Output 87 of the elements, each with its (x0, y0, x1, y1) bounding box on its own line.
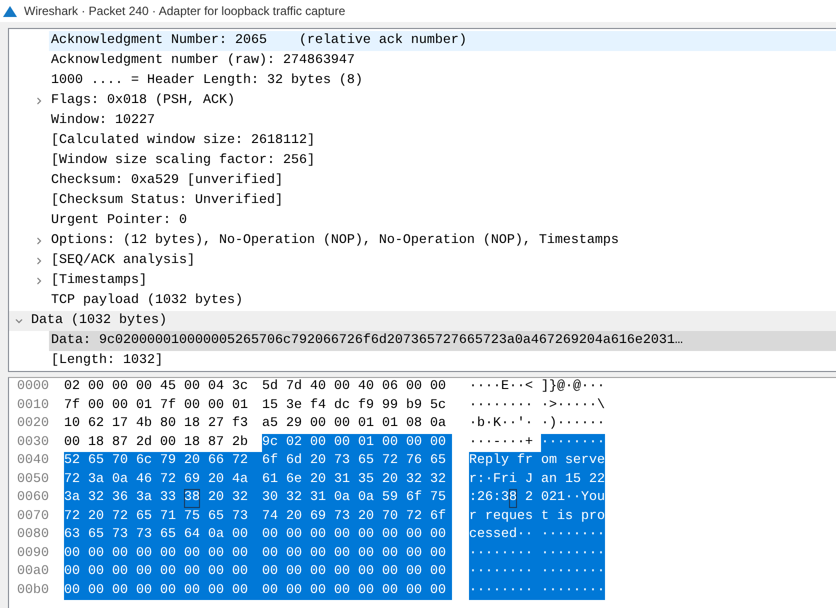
hex-bytes[interactable]: 7f 00 00 01 7f 00 00 01 (64, 396, 248, 415)
hex-offset: 0070 (17, 508, 49, 526)
hex-bytes[interactable]: 63 65 73 73 65 64 0a 00 (64, 526, 248, 544)
hex-offset: 0000 (17, 378, 49, 396)
hex-offset: 0020 (17, 415, 49, 433)
ascii-text[interactable]: 2 (517, 489, 533, 508)
ascii-text[interactable]: ········ (469, 544, 533, 563)
tree-item[interactable]: Flags: 0x018 (PSH, ACK) (49, 91, 836, 111)
hex-offset: 00a0 (17, 563, 49, 581)
hex-bytes[interactable]: 3a 32 36 3a 33 (64, 489, 176, 508)
hex-bytes[interactable]: 00 00 00 00 00 00 00 00 (64, 544, 248, 563)
ascii-text[interactable]: t is pro (541, 508, 605, 526)
ascii-text[interactable]: Reply fr (469, 452, 533, 470)
hex-bytes[interactable]: 30 32 31 0a 0a 59 6f 75 (262, 489, 446, 508)
tree-item[interactable]: Urgent Pointer: 0 (49, 211, 836, 231)
ascii-text[interactable]: :26:3 (469, 489, 509, 508)
ascii-text[interactable]: cessed·· (469, 526, 533, 544)
ascii-text[interactable]: ····E··< (469, 378, 533, 396)
ascii-text[interactable]: ········ (469, 563, 533, 582)
tree-item[interactable]: [SEQ/ACK analysis] (49, 251, 836, 271)
tree-item[interactable]: Checksum: 0xa529 [unverified] (49, 171, 836, 191)
ascii-text[interactable]: 021··You (541, 489, 605, 508)
ascii-text[interactable]: ·>·····\ (541, 396, 605, 415)
hex-bytes[interactable]: 00 00 00 00 00 00 00 00 (64, 582, 248, 600)
hex-bytes[interactable]: 72 20 72 65 71 75 65 73 (64, 508, 248, 526)
tree-item[interactable]: 1000 .... = Header Length: 32 bytes (8) (49, 71, 836, 91)
ascii-text[interactable]: ········ (541, 563, 605, 582)
tree-item[interactable]: Window: 10227 (49, 111, 836, 131)
ascii-text[interactable]: ········ (469, 582, 533, 600)
ascii-text[interactable]: ·b·K··'· (469, 415, 533, 434)
ascii-text[interactable]: ········ (541, 434, 605, 452)
hex-bytes[interactable]: 38 (184, 489, 200, 508)
tree-item[interactable]: TCP payload (1032 bytes) (49, 291, 836, 311)
ascii-text[interactable]: r reques (469, 508, 533, 526)
collapse-chevron-icon[interactable] (15, 317, 23, 325)
hex-bytes[interactable]: 15 3e f4 dc f9 99 b9 5c (262, 396, 446, 415)
ascii-text[interactable]: r:·Fri J (469, 470, 533, 489)
hex-offset: 0040 (17, 452, 49, 470)
ascii-text[interactable]: ········ (541, 582, 605, 600)
hex-offset: 0060 (17, 489, 49, 507)
tree-item[interactable]: [Timestamps] (49, 271, 836, 291)
tree-item[interactable]: Options: (12 bytes), No-Operation (NOP), No-Operation (NOP), Timestamps (49, 231, 836, 251)
ascii-text[interactable]: an 15 22 (541, 470, 605, 489)
tree-item[interactable]: Acknowledgment number (raw): 274863947 (49, 51, 836, 71)
hex-offset: 0030 (17, 434, 49, 452)
tree-item[interactable]: Acknowledgment Number: 2065 (relative ack number) (49, 31, 836, 51)
expand-chevron-icon[interactable] (35, 277, 43, 285)
expand-chevron-icon[interactable] (35, 237, 43, 245)
hex-bytes[interactable]: 00 00 00 00 00 00 00 00 (262, 563, 446, 582)
hex-bytes[interactable]: 9c 02 00 00 01 00 00 00 (262, 434, 446, 452)
expand-chevron-icon[interactable] (35, 97, 43, 105)
hex-bytes[interactable]: 00 00 00 00 00 00 00 00 (262, 582, 446, 600)
hex-bytes[interactable]: 74 20 69 73 20 70 72 6f (262, 508, 446, 526)
ascii-text[interactable]: ········ (541, 526, 605, 544)
hex-offset: 0010 (17, 396, 49, 414)
hex-bytes[interactable]: 00 00 00 00 00 00 00 00 (262, 544, 446, 563)
hex-bytes[interactable]: 00 00 00 00 00 00 00 00 (64, 563, 248, 582)
ascii-text[interactable]: ········ (541, 544, 605, 563)
ascii-text[interactable]: ········ (469, 396, 533, 415)
hex-bytes[interactable]: a5 29 00 00 01 01 08 0a (262, 415, 446, 434)
hex-bytes[interactable]: 5d 7d 40 00 40 06 00 00 (262, 378, 446, 396)
hex-offset: 00b0 (17, 582, 49, 600)
ascii-text[interactable]: ·)······ (541, 415, 605, 434)
ascii-text[interactable]: 8 (509, 489, 517, 508)
hex-bytes[interactable]: 52 65 70 6c 79 20 66 72 (64, 452, 248, 470)
app-logo-icon (2, 4, 18, 18)
window-title: Wireshark · Packet 240 · Adapter for loopback traffic capture (24, 4, 346, 18)
hex-bytes[interactable]: 02 00 00 00 45 00 04 3c (64, 378, 248, 396)
hex-bytes[interactable]: 20 32 (208, 489, 248, 508)
hex-bytes[interactable]: 00 18 87 2d 00 18 87 2b (64, 434, 248, 452)
tree-item[interactable]: [Checksum Status: Unverified] (49, 191, 836, 211)
expand-chevron-icon[interactable] (35, 257, 43, 265)
tree-item[interactable]: Data: 9c020000010000005265706c792066726f6d207365727665723a0a467269204a616e2031… (49, 331, 836, 351)
hex-bytes[interactable]: 61 6e 20 31 35 20 32 32 (262, 470, 446, 489)
hex-offset: 0050 (17, 470, 49, 488)
ascii-text[interactable]: ]}@·@··· (541, 378, 605, 396)
tree-item[interactable]: [Calculated window size: 2618112] (49, 131, 836, 151)
hex-bytes[interactable]: 10 62 17 4b 80 18 27 f3 (64, 415, 248, 434)
hex-bytes[interactable]: 6f 6d 20 73 65 72 76 65 (262, 452, 446, 470)
hex-bytes[interactable]: 72 3a 0a 46 72 69 20 4a (64, 470, 248, 489)
tree-item[interactable]: [Length: 1032] (49, 351, 836, 371)
hex-bytes[interactable]: 00 00 00 00 00 00 00 00 (262, 526, 446, 544)
hex-offset: 0080 (17, 526, 49, 544)
ascii-text[interactable]: ···-···+ (469, 434, 533, 452)
ascii-text[interactable]: om serve (541, 452, 605, 470)
tree-item[interactable]: [Window size scaling factor: 256] (49, 151, 836, 171)
hex-offset: 0090 (17, 544, 49, 562)
